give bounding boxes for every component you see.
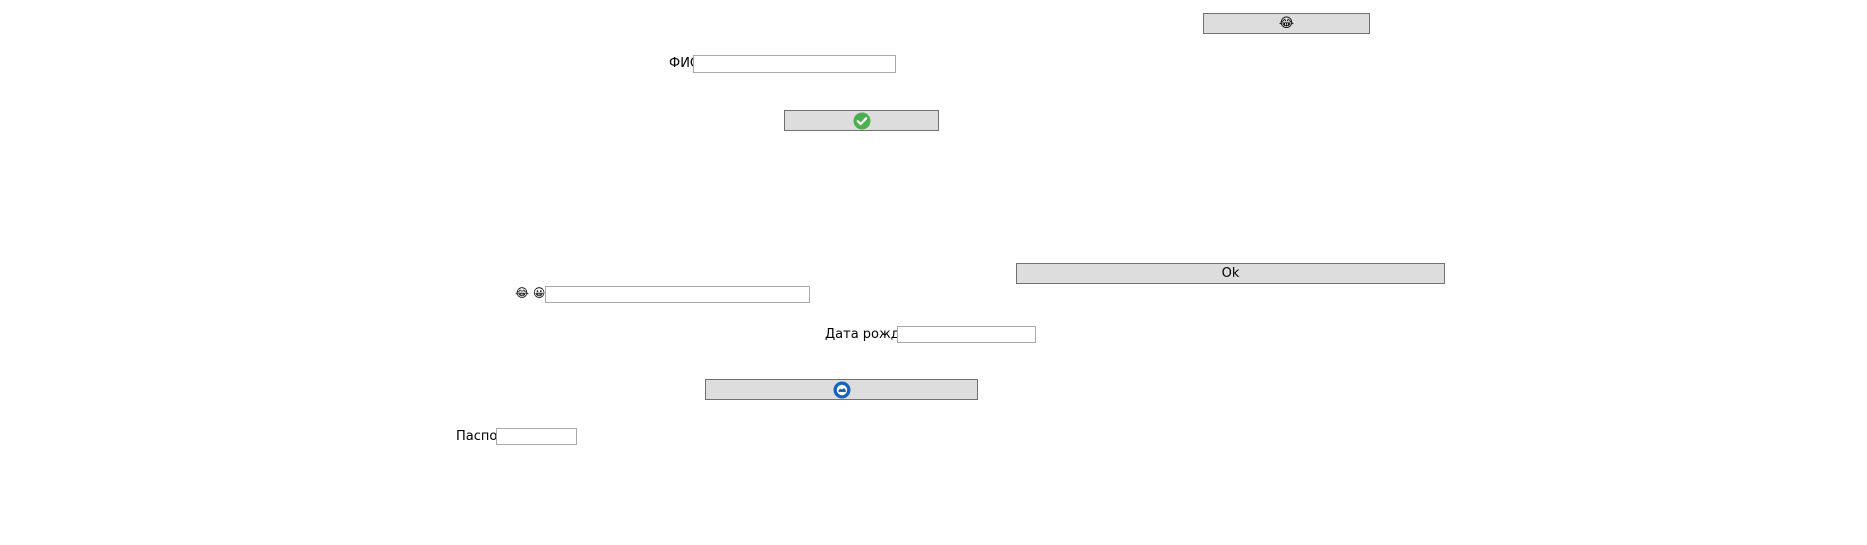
check-circle-icon <box>853 112 871 130</box>
emoji-input[interactable] <box>545 286 810 303</box>
blue-circle-icon <box>833 381 851 399</box>
emoji-label-icons: 😂 😀 <box>515 286 546 300</box>
passport-input[interactable] <box>496 428 577 445</box>
fio-input[interactable] <box>693 55 896 73</box>
birth-date-input[interactable] <box>897 326 1036 343</box>
ok-button[interactable]: Ok <box>1016 263 1445 284</box>
confirm-button[interactable] <box>784 110 939 131</box>
emoji-button[interactable]: 😂 <box>1203 13 1370 34</box>
icon-button[interactable] <box>705 379 978 400</box>
laughing-emoji-icon: 😂 <box>1278 16 1295 31</box>
emoji-field-label: 😂 😀 <box>515 284 545 304</box>
